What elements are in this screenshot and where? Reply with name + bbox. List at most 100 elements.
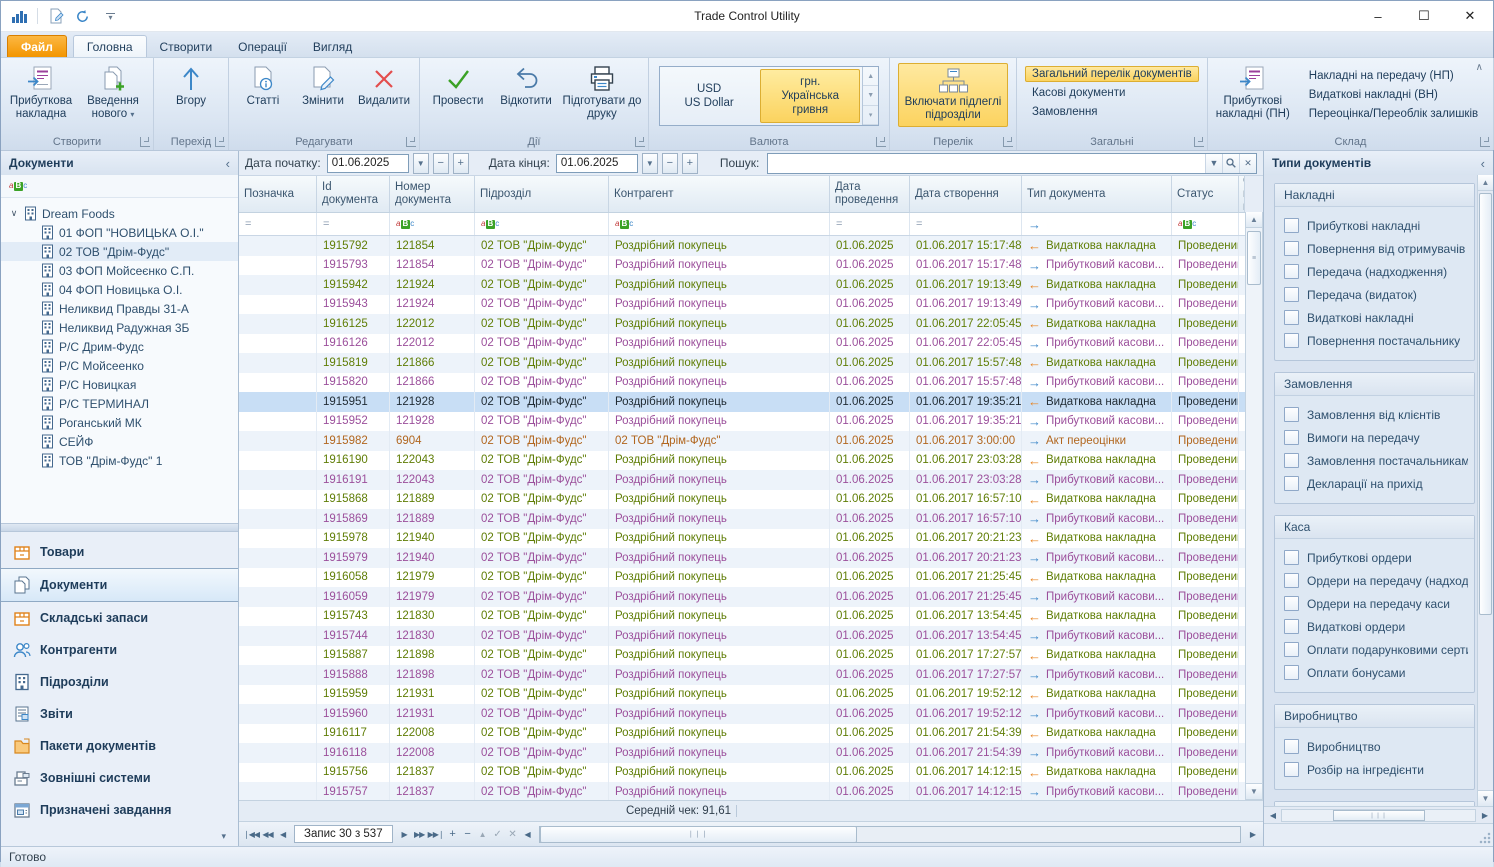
sidebar-nav-documents[interactable]: Документи	[1, 568, 238, 602]
column-filter-cell[interactable]: aBc	[390, 213, 475, 235]
hscroll-right-icon[interactable]: ▶	[1478, 807, 1491, 823]
last-record-button[interactable]: ▶▶❘	[428, 826, 444, 842]
document-type-option[interactable]: Повернення постачальнику	[1284, 329, 1468, 352]
column-header[interactable]: Підрозділ	[475, 176, 609, 212]
tree-item-department[interactable]: ТОВ "Дрім-Фудс" 1	[1, 451, 238, 470]
column-header[interactable]: Тип документа	[1022, 176, 1172, 212]
table-row[interactable]: 191575712183702 ТОВ "Дрім-Фудс"Роздрібни…	[239, 782, 1245, 800]
tree-item-department[interactable]: 04 ФОП Новицька О.І.	[1, 280, 238, 299]
customize-toolbar-icon[interactable]: ▾	[106, 13, 115, 20]
tree-item-department[interactable]: 03 ФОП Мойсеєнко С.П.	[1, 261, 238, 280]
column-header[interactable]: Статус	[1172, 176, 1239, 212]
table-row[interactable]: 191611812200802 ТОВ "Дрім-Фудс"Роздрібни…	[239, 743, 1245, 763]
document-type-option[interactable]: Оплати подарунковими сертиф	[1284, 638, 1468, 661]
document-type-option[interactable]: Оплати бонусами	[1284, 661, 1468, 684]
tree-item-department[interactable]: СЕЙФ	[1, 432, 238, 451]
table-row[interactable]: 191594312192402 ТОВ "Дрім-Фудс"Роздрібни…	[239, 295, 1245, 315]
navigation-options-icon[interactable]: ▾	[1, 826, 238, 846]
checkbox[interactable]	[1284, 665, 1299, 680]
checkbox[interactable]	[1284, 642, 1299, 657]
tree-item-department[interactable]: Р/С Новицкая	[1, 375, 238, 394]
table-row[interactable]: 191605912197902 ТОВ "Дрім-Фудс"Роздрібни…	[239, 587, 1245, 607]
collapse-panel-icon[interactable]: ‹	[226, 156, 230, 171]
table-row[interactable]: 191574312183002 ТОВ "Дрім-Фудс"Роздрібни…	[239, 607, 1245, 627]
date-end-plus-button[interactable]: +	[682, 153, 698, 174]
checkbox[interactable]	[1284, 333, 1299, 348]
checkbox[interactable]	[1284, 619, 1299, 634]
document-type-option[interactable]: Прибуткові ордери	[1284, 546, 1468, 569]
next-page-button[interactable]: ▶▶	[413, 826, 426, 842]
table-row[interactable]: 191619012204302 ТОВ "Дрім-Фудс"Роздрібни…	[239, 451, 1245, 471]
column-header[interactable]: Id документа	[317, 176, 390, 212]
incoming-invoices-pn-button[interactable]: Прибуткові накладні (ПН)	[1212, 61, 1294, 125]
column-header[interactable]: Дата створення	[910, 176, 1022, 212]
sidebar-nav-reports[interactable]: Звіти	[1, 698, 238, 730]
column-header[interactable]: Контрагент	[609, 176, 830, 212]
dialog-launcher-icon[interactable]	[215, 137, 225, 147]
checkbox[interactable]	[1284, 287, 1299, 302]
table-row[interactable]: 191582012186602 ТОВ "Дрім-Фудс"Роздрібни…	[239, 373, 1245, 393]
prepare-print-button[interactable]: Підготувати до друку	[560, 61, 644, 125]
column-filter-cell[interactable]: →	[1022, 213, 1172, 235]
scroll-up-icon[interactable]: ▲	[1246, 212, 1262, 228]
document-type-option[interactable]: Видаткові накладні	[1284, 306, 1468, 329]
document-type-option[interactable]: Ордери на передачу (надходже	[1284, 569, 1468, 592]
spin-more-icon[interactable]: ▾	[863, 106, 878, 125]
search-input[interactable]	[768, 156, 1205, 171]
document-type-option[interactable]: Замовлення від клієнтів	[1284, 403, 1468, 426]
spin-down-icon[interactable]: ▼	[863, 86, 878, 105]
table-row[interactable]: 191586912188902 ТОВ "Дрім-Фудс"Роздрібни…	[239, 509, 1245, 529]
table-row[interactable]: 191581912186602 ТОВ "Дрім-Фудс"Роздрібни…	[239, 353, 1245, 373]
prev-record-button[interactable]: ◀	[276, 826, 289, 842]
document-type-option[interactable]: Виробництво	[1284, 735, 1468, 758]
tab-home[interactable]: Головна	[73, 35, 147, 57]
dialog-launcher-icon[interactable]	[635, 137, 645, 147]
orders-button[interactable]: Замовлення	[1025, 104, 1199, 120]
table-row[interactable]: 191594212192402 ТОВ "Дрім-Фудс"Роздрібни…	[239, 275, 1245, 295]
hscroll-left-icon[interactable]: ◀	[521, 826, 534, 842]
scrollbar-thumb[interactable]	[1479, 193, 1492, 615]
checkbox[interactable]	[1284, 476, 1299, 491]
types-horizontal-scrollbar[interactable]: ◀ ❘❘❘ ▶	[1264, 806, 1493, 823]
checkbox[interactable]	[1284, 407, 1299, 422]
refresh-icon[interactable]	[72, 6, 92, 26]
table-row[interactable]: 191612512201202 ТОВ "Дрім-Фудс"Роздрібни…	[239, 314, 1245, 334]
search-icon[interactable]	[1222, 154, 1239, 173]
hscroll-thumb[interactable]: ❘❘❘	[1333, 810, 1425, 821]
table-row[interactable]: 1915982690402 ТОВ "Дрім-Фудс"02 ТОВ "Дрі…	[239, 431, 1245, 451]
dialog-launcher-icon[interactable]	[1194, 137, 1204, 147]
document-type-option[interactable]: Розбір на інгредієнти	[1284, 758, 1468, 781]
minimize-button[interactable]: –	[1355, 1, 1401, 31]
document-type-option[interactable]: Прибуткові накладні	[1284, 214, 1468, 237]
checkbox[interactable]	[1284, 310, 1299, 325]
column-filter-cell[interactable]: aBc	[1172, 213, 1239, 235]
outgoing-invoices-button[interactable]: Видаткові накладні (ВН)	[1302, 87, 1485, 103]
tree-item-department[interactable]: Неликвид Радужная 3Б	[1, 318, 238, 337]
table-row[interactable]: 191596012193102 ТОВ "Дрім-Фудс"Роздрібни…	[239, 704, 1245, 724]
hscroll-left-icon[interactable]: ◀	[1266, 807, 1279, 823]
table-row[interactable]: 191588812189802 ТОВ "Дрім-Фудс"Роздрібни…	[239, 665, 1245, 685]
column-filter-cell[interactable]: =	[239, 213, 317, 235]
table-row[interactable]: 191574412183002 ТОВ "Дрім-Фудс"Роздрібни…	[239, 626, 1245, 646]
rollback-button[interactable]: Відкотити	[492, 61, 560, 112]
currency-option-usd[interactable]: USD US Dollar	[660, 67, 758, 125]
post-edit-button[interactable]: ✓	[491, 826, 504, 842]
table-row[interactable]: 191595212192802 ТОВ "Дрім-Фудс"Роздрібни…	[239, 412, 1245, 432]
close-button[interactable]: ✕	[1447, 1, 1493, 31]
checkbox[interactable]	[1284, 264, 1299, 279]
revaluation-button[interactable]: Переоцінка/Переоблік залишків	[1302, 106, 1485, 122]
dialog-launcher-icon[interactable]	[1003, 137, 1013, 147]
checkbox[interactable]	[1284, 218, 1299, 233]
document-type-option[interactable]: Видаткові ордери	[1284, 615, 1468, 638]
go-up-button[interactable]: Вгору	[158, 61, 224, 112]
sidebar-nav-departments[interactable]: Підрозділи	[1, 666, 238, 698]
sidebar-splitter[interactable]	[1, 523, 238, 532]
table-row[interactable]: 191612612201202 ТОВ "Дрім-Фудс"Роздрібни…	[239, 334, 1245, 354]
table-row[interactable]: 191597812194002 ТОВ "Дрім-Фудс"Роздрібни…	[239, 529, 1245, 549]
tree-item-department[interactable]: Р/С Дрим-Фудс	[1, 337, 238, 356]
hscroll-right-icon[interactable]: ▶	[1246, 826, 1259, 842]
change-button[interactable]: Змінити	[293, 61, 353, 112]
tab-create[interactable]: Створити	[147, 36, 226, 57]
first-record-button[interactable]: ❘◀◀	[243, 826, 259, 842]
tree-item-department[interactable]: Неликвид Правды 31-А	[1, 299, 238, 318]
